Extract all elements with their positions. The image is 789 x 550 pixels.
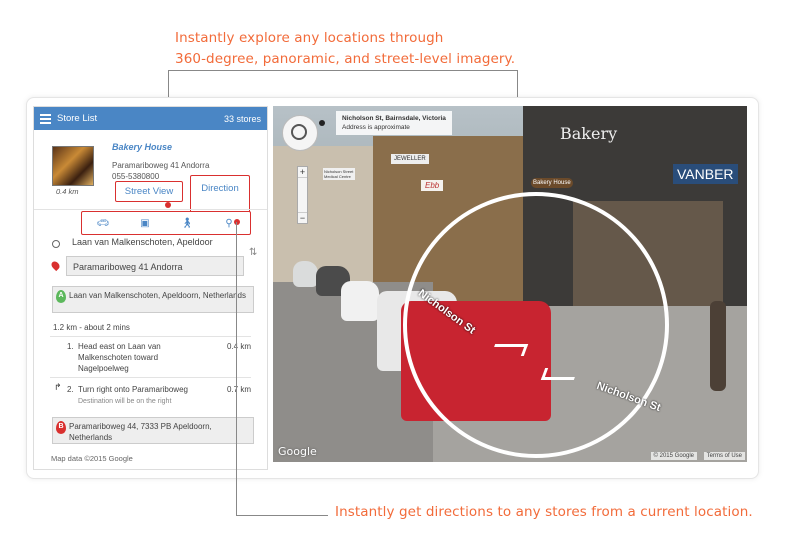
terms-link[interactable]: Terms of Use (703, 452, 745, 460)
route-step-number: 1. (67, 342, 74, 351)
navigation-arrow[interactable] (540, 368, 579, 380)
zoom-out-icon[interactable]: − (298, 213, 307, 223)
route-step-text: Head east on Laan van Malkenschoten towa… (78, 342, 161, 373)
street-view-button[interactable]: Street View (115, 181, 183, 202)
route-start-address: Laan van Malkenschoten, Apeldoorn, Nethe… (69, 291, 247, 300)
compass-north-icon (319, 120, 325, 126)
swap-icon[interactable]: ⇅ (249, 247, 257, 258)
navigation-arrow[interactable] (490, 344, 529, 356)
shop-sign: VANBER (673, 164, 738, 184)
store-address: Paramariboweg 41 Andorra (112, 161, 210, 170)
copyright: © 2015 Google (650, 452, 697, 460)
zoom-slider[interactable] (298, 177, 307, 213)
callout-connector (236, 222, 237, 516)
store-name[interactable]: Bakery House (112, 142, 172, 152)
car-icon[interactable]: 🚗︎ (97, 218, 110, 229)
shop-sign: Ebb (421, 180, 444, 191)
route-step-number: 2. (67, 385, 74, 394)
route-step-distance: 0.7 km (227, 385, 252, 394)
store-thumbnail (52, 146, 94, 186)
location-note: Address is approximate (342, 124, 410, 131)
pedestrian (710, 301, 726, 391)
street-view-highlight-circle (403, 192, 669, 458)
pan-control[interactable] (282, 115, 318, 151)
travel-mode-bar: 🚗︎ ▣ 🚶︎ ⚲ (81, 211, 251, 235)
menu-icon[interactable] (40, 112, 51, 126)
shop-sign: Nicholson Street Medical Centre (323, 168, 355, 180)
route-end-address: Paramariboweg 44, 7333 PB Apeldoorn, Net… (69, 422, 212, 442)
turn-right-icon: ↱ (54, 382, 62, 392)
store-count: 33 stores (223, 113, 261, 124)
store-item[interactable]: 0.4 km Bakery House Paramariboweg 41 And… (34, 130, 267, 212)
compass-icon (291, 124, 307, 140)
destination-pin-icon (49, 259, 62, 272)
route-step-distance: 0.4 km (227, 342, 252, 351)
shop-sign: Bakery (560, 124, 618, 143)
zoom-control[interactable]: + − (297, 166, 308, 224)
route-start-box: A Laan van Malkenschoten, Apeldoorn, Net… (52, 286, 254, 313)
shop-sign: Bakery House (531, 178, 573, 188)
divider (50, 336, 251, 337)
direction-button[interactable]: Direction (190, 175, 250, 212)
callout-anchor-dot (165, 202, 171, 208)
street-view-panorama[interactable]: Bakery VANBER JEWELLER Ebb Bakery House … (273, 106, 747, 462)
store-distance: 0.4 km (56, 187, 79, 196)
streetview-callout: Instantly explore any locations through … (175, 28, 515, 70)
location-title: Nicholson St, Bairnsdale, Victoria (342, 115, 446, 122)
store-list-title: Store List (57, 113, 98, 124)
directions-callout: Instantly get directions to any stores f… (335, 504, 753, 520)
route-step-text: Turn right onto Paramariboweg (78, 385, 188, 394)
map-data-credit: Map data ©2015 Google (51, 454, 133, 463)
shop-sign: JEWELLER (391, 154, 429, 164)
streetview-callout-line2: 360-degree, panoramic, and street-level … (175, 51, 516, 67)
store-phone: 055-5380800 (112, 172, 160, 181)
location-banner: Nicholson St, Bairnsdale, Victoria Addre… (336, 111, 452, 135)
google-logo: Google (278, 445, 317, 458)
parked-car (293, 261, 318, 287)
origin-dot-icon (52, 240, 60, 248)
route-step-note: Destination will be on the right (78, 398, 172, 405)
start-marker-icon: A (56, 290, 66, 303)
route-to-input[interactable]: Paramariboweg 41 Andorra (66, 256, 244, 276)
store-list-panel: Store List 33 stores 0.4 km Bakery House… (33, 106, 268, 470)
store-list-header: Store List 33 stores (34, 107, 267, 130)
route-summary: 1.2 km - about 2 mins (53, 323, 130, 332)
divider (34, 209, 267, 210)
walk-icon[interactable]: 🚶︎ (181, 218, 194, 229)
divider (50, 377, 251, 378)
zoom-in-icon[interactable]: + (298, 167, 307, 177)
route-end-box: B Paramariboweg 44, 7333 PB Apeldoorn, N… (52, 417, 254, 444)
callout-anchor-dot (234, 219, 240, 225)
callout-connector (236, 515, 328, 516)
parked-car (341, 281, 379, 321)
callout-connector (168, 70, 518, 71)
end-marker-icon: B (56, 421, 66, 434)
transit-icon[interactable]: ▣ (139, 218, 152, 229)
streetview-callout-line1: Instantly explore any locations through (175, 30, 444, 46)
route-from-input[interactable]: Laan van Malkenschoten, Apeldoor (72, 237, 213, 247)
